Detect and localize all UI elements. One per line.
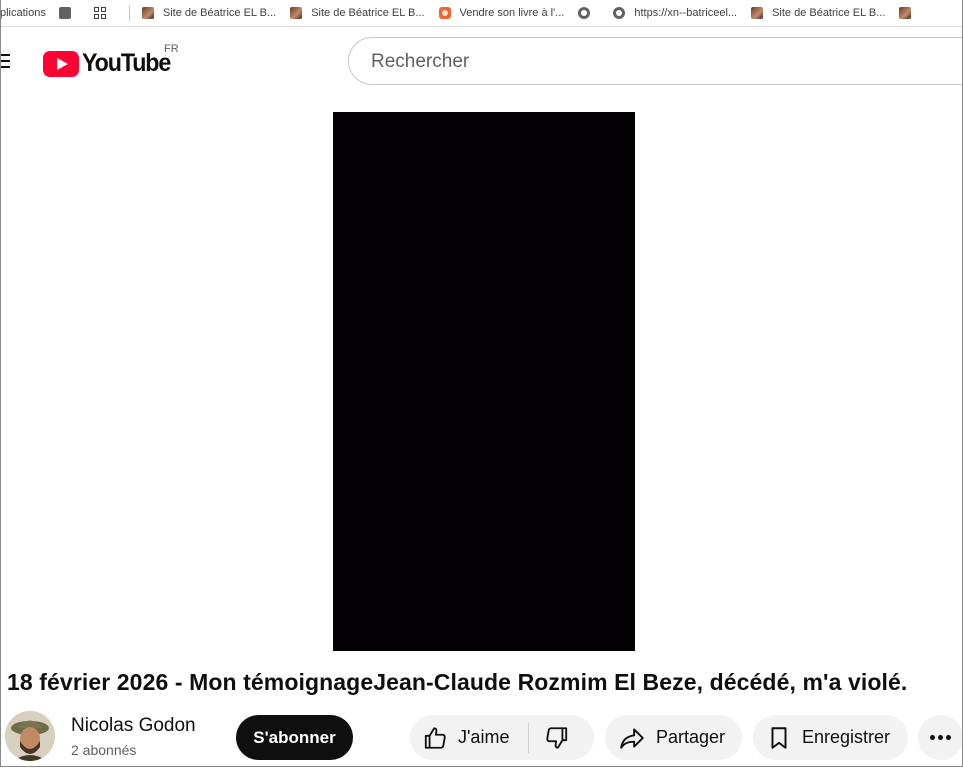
bookmark-item[interactable]: Site de Béatrice EL B...: [751, 4, 885, 22]
share-arrow-icon: [620, 727, 644, 749]
bookmark-item[interactable]: https://xn--batriceel...: [613, 4, 737, 22]
bookmark-label: Site de Béatrice EL B...: [311, 7, 425, 19]
logo-text: YouTube: [82, 49, 171, 77]
video-player[interactable]: [333, 112, 635, 651]
apps-grid-icon: [93, 7, 106, 19]
bookmark-label: Site de Béatrice EL B...: [772, 7, 886, 19]
more-dot-icon: [938, 735, 943, 740]
thumbs-up-icon: [424, 726, 446, 749]
globe-icon: [578, 7, 591, 19]
save-button[interactable]: Enregistrer: [753, 715, 908, 760]
like-dislike-group: J'aime: [410, 715, 594, 760]
bookmarks-bar: plications Site de Béatrice EL B... Site…: [0, 0, 963, 27]
bookmark-apps-grid[interactable]: [93, 4, 115, 22]
photo-favicon-icon: [899, 7, 912, 19]
bookmark-item[interactable]: [578, 4, 599, 22]
youtube-logo[interactable]: YouTube: [43, 49, 177, 78]
globe-icon: [613, 7, 626, 19]
search-box[interactable]: [348, 37, 963, 85]
bookmark-apps[interactable]: plications: [0, 4, 46, 22]
channel-avatar[interactable]: [5, 711, 55, 761]
bookmark-item[interactable]: [58, 4, 80, 22]
more-dot-icon: [930, 735, 935, 740]
more-actions-button[interactable]: [918, 715, 963, 760]
orange-favicon-icon: [438, 7, 451, 19]
photo-favicon-icon: [290, 7, 303, 19]
avatar-portrait-icon: [5, 711, 55, 761]
bookmark-item[interactable]: Vendre son livre à l'...: [438, 4, 565, 22]
bookmark-label: Vendre son livre à l'...: [459, 7, 565, 19]
bookmark-item[interactable]: Site de Béatrice EL B...: [141, 4, 277, 22]
subscribe-button[interactable]: S'abonner: [236, 715, 353, 760]
search-input[interactable]: [369, 50, 933, 74]
bookmark-item[interactable]: [899, 4, 920, 22]
photo-favicon-icon: [751, 7, 764, 19]
bookmark-label: Site de Béatrice EL B...: [162, 7, 277, 19]
thumbs-down-icon: [546, 726, 568, 749]
menu-icon[interactable]: [0, 54, 10, 70]
share-button[interactable]: Partager: [605, 715, 742, 760]
like-button[interactable]: J'aime: [410, 715, 528, 760]
gray-square-icon: [58, 7, 71, 19]
video-title: 18 février 2026 - Mon témoignageJean-Cla…: [7, 669, 908, 695]
bookmark-label: plications: [0, 7, 46, 19]
bookmark-label: https://xn--batriceel...: [634, 7, 738, 19]
bookmark-item[interactable]: Site de Béatrice EL B...: [290, 4, 425, 22]
photo-favicon-icon: [141, 7, 154, 19]
like-label: J'aime: [458, 727, 510, 747]
share-label: Partager: [656, 727, 726, 747]
bookmark-separator: [128, 5, 130, 21]
more-dot-icon: [946, 735, 951, 740]
channel-name[interactable]: Nicolas Godon: [71, 715, 196, 737]
bookmark-icon: [771, 726, 787, 749]
dislike-button[interactable]: [529, 715, 588, 760]
region-code: FR: [164, 43, 179, 55]
subscriber-count: 2 abonnés: [71, 742, 137, 758]
youtube-play-icon: [43, 50, 79, 77]
save-label: Enregistrer: [802, 727, 891, 747]
